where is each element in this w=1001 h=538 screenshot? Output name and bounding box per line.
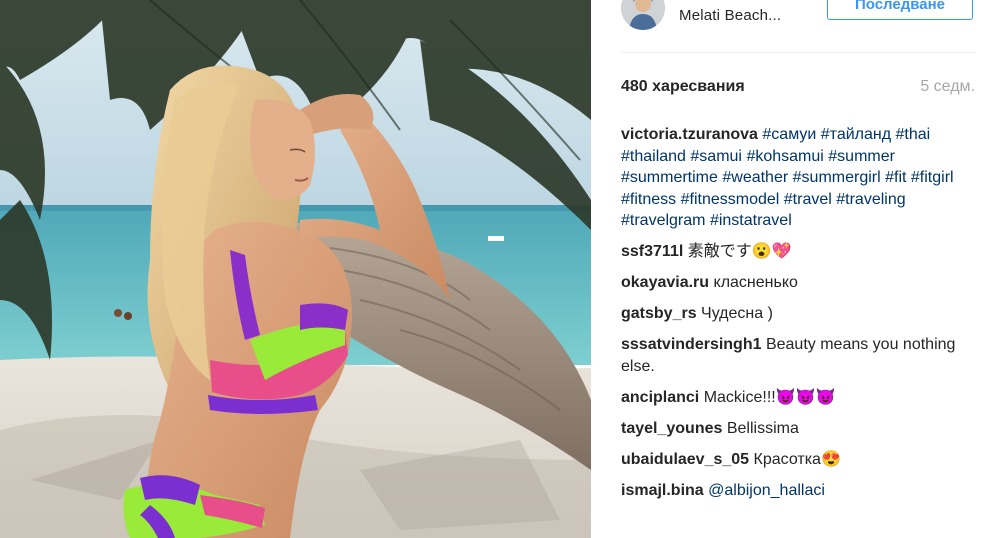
comment-author[interactable]: okayavia.ru [621,274,709,291]
hashtag-link[interactable]: #тайланд [821,126,891,143]
likes-count[interactable]: 480 харесвания [621,78,745,96]
comments-list: victoria.tzuranova #самуи #тайланд #thai… [621,124,981,511]
avatar-image [621,0,665,30]
comment-item: anciplanci Mackice!!!😈😈😈 [621,387,981,409]
hashtag-link[interactable]: #fitgirl [911,169,954,186]
comment-author[interactable]: tayel_younes [621,420,722,437]
post-stats: 480 харесвания 5 седм. [621,78,975,98]
post-header: Melati Beach... Последване [621,0,975,53]
hashtag-link[interactable]: #summer [828,148,895,165]
hashtag-link[interactable]: #fitnessmodel [681,191,780,208]
comment-author[interactable]: anciplanci [621,389,699,406]
comment-item: ubaidulaev_s_05 Красотка😍 [621,449,981,471]
hashtag-link[interactable]: #kohsamui [746,148,823,165]
hashtag-link[interactable]: #summertime [621,169,718,186]
comment-item: tayel_younes Bellissima [621,418,981,440]
comment-author[interactable]: sssatvindersingh1 [621,336,762,353]
hashtag-link[interactable]: #fitness [621,191,676,208]
post-caption: victoria.tzuranova #самуи #тайланд #thai… [621,124,981,232]
comment-author[interactable]: ssf3711l [621,243,683,260]
avatar[interactable] [621,0,665,30]
beach-photo-illustration [0,0,591,538]
comment-item: ismajl.bina @albijon_hallaci [621,480,981,502]
comment-author[interactable]: ubaidulaev_s_05 [621,451,749,468]
comment-text: класненько [713,274,798,292]
hashtag-link[interactable]: #travelgram [621,212,705,229]
hashtag-link[interactable]: #instatravel [710,212,792,229]
hashtag-link[interactable]: #fit [885,169,906,186]
comment-text: Mackice!!!😈😈😈 [703,388,836,406]
post-photo[interactable] [0,0,591,538]
comment-text: 素敵です😮💖 [687,243,792,261]
hashtag-link[interactable]: #travel [784,191,832,208]
comment-item: sssatvindersingh1 Beauty means you nothi… [621,334,981,377]
hashtag-link[interactable]: #thai [896,126,931,143]
comment-author[interactable]: gatsby_rs [621,305,697,322]
post-time-ago[interactable]: 5 седм. [920,78,975,96]
comment-text: Bellissima [726,420,799,438]
hashtag-link[interactable]: #weather [722,169,788,186]
comment-item: ssf3711l 素敵です😮💖 [621,241,981,263]
hashtag-link[interactable]: #thailand [621,148,686,165]
hashtag-link[interactable]: #samui [690,148,742,165]
post-side-panel: Melati Beach... Последване 480 харесвани… [591,0,1001,538]
mention-link[interactable]: @albijon_hallaci [708,482,825,499]
hashtag-link[interactable]: #traveling [836,191,905,208]
comment-text: Чудесна ) [701,305,773,323]
instagram-post-view: Melati Beach... Последване 480 харесвани… [0,0,1001,538]
follow-button[interactable]: Последване [827,0,973,20]
comment-item: gatsby_rs Чудесна ) [621,303,981,325]
hashtag-link[interactable]: #summergirl [793,169,881,186]
comment-author[interactable]: ismajl.bina [621,482,704,499]
comment-item: okayavia.ru класненько [621,272,981,294]
location-username[interactable]: Melati Beach... [679,7,781,24]
comment-text: Красотка😍 [753,451,841,469]
caption-author[interactable]: victoria.tzuranova [621,126,758,143]
hashtag-link[interactable]: #самуи [762,126,816,143]
